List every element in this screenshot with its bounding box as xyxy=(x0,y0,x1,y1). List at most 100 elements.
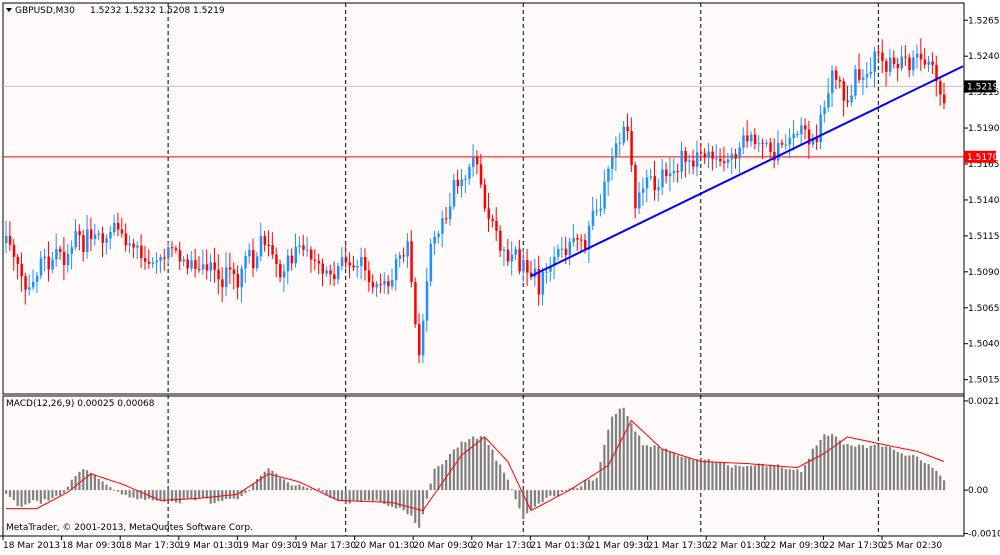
candle-body xyxy=(464,178,467,180)
macd-bar xyxy=(584,480,587,491)
macd-bar xyxy=(468,439,471,491)
time-tick-label: 18 Mar 17:30 xyxy=(120,541,180,551)
macd-bar xyxy=(900,453,903,491)
macd-bar xyxy=(433,468,436,491)
macd-bar xyxy=(518,490,521,509)
macd-bar xyxy=(680,456,683,491)
candle-body xyxy=(746,135,749,142)
macd-bar xyxy=(749,465,753,491)
candle-body xyxy=(927,61,931,65)
candle-body xyxy=(761,143,765,145)
macd-bar xyxy=(97,478,100,491)
candle-body xyxy=(703,153,707,158)
candle-body xyxy=(661,169,664,188)
candle-body xyxy=(684,150,687,162)
candle-body xyxy=(757,143,761,145)
candle-body xyxy=(225,267,228,288)
price-tick-label: 1.5015 xyxy=(968,376,1000,386)
candle-body xyxy=(252,250,255,269)
macd-bar xyxy=(881,446,884,491)
candle-body xyxy=(132,243,135,248)
candle-body xyxy=(62,251,66,266)
candle-body xyxy=(8,236,12,245)
candle-body xyxy=(931,61,934,65)
candle-body xyxy=(487,208,490,219)
macd-bar xyxy=(846,444,849,491)
macd-bar xyxy=(186,490,189,499)
candle-body xyxy=(738,147,741,159)
macd-bar xyxy=(340,490,344,502)
candle-body xyxy=(784,144,788,146)
candle-body xyxy=(325,270,328,274)
macd-bar xyxy=(607,429,610,491)
macd-bar xyxy=(549,490,552,496)
candle-body xyxy=(89,229,93,240)
macd-bar xyxy=(719,462,722,491)
macd-tick-label: -0.00106 xyxy=(968,530,1000,540)
macd-bar xyxy=(101,481,104,491)
macd-bar xyxy=(896,451,899,491)
candle-body xyxy=(136,245,139,248)
time-axis: 18 Mar 2013 18 Mar 09:3018 Mar 17:3019 Ma… xyxy=(2,536,942,551)
macd-bar xyxy=(919,460,923,491)
macd-bar xyxy=(499,464,502,491)
macd-bar xyxy=(132,490,135,498)
candle-body xyxy=(263,235,267,245)
candle-body xyxy=(406,241,409,257)
macd-bar xyxy=(441,464,444,491)
candle-body xyxy=(313,259,317,261)
candle-body xyxy=(668,173,672,177)
candle-body xyxy=(437,233,440,237)
macd-bar xyxy=(533,490,537,507)
macd-bar xyxy=(908,455,911,491)
macd-bar xyxy=(649,446,652,491)
candle-body xyxy=(730,154,734,160)
candle-body xyxy=(506,249,510,262)
macd-bar xyxy=(286,482,289,491)
candle-body xyxy=(869,71,873,75)
macd-bar xyxy=(861,445,865,491)
candle-body xyxy=(896,63,900,69)
macd-bar xyxy=(865,447,868,491)
candle-body xyxy=(915,53,919,58)
candle-body xyxy=(124,233,128,246)
macd-bar xyxy=(74,476,77,491)
macd-bar xyxy=(116,490,120,492)
price-chart-svg[interactable]: 1.52651.52401.52151.51901.51651.51401.51… xyxy=(0,0,1000,551)
macd-bar xyxy=(178,490,181,504)
candle-body xyxy=(398,255,402,259)
candle-body xyxy=(765,142,768,144)
macd-bar xyxy=(553,490,556,497)
candle-body xyxy=(568,241,572,256)
candle-body xyxy=(74,231,77,248)
candle-body xyxy=(888,57,892,72)
macd-bar xyxy=(734,464,737,491)
macd-bar xyxy=(827,435,830,491)
candle-body xyxy=(394,258,398,281)
macd-bar xyxy=(545,490,548,498)
macd-bar xyxy=(622,407,625,491)
main-plot-area[interactable] xyxy=(2,2,965,395)
candle-body xyxy=(823,107,826,115)
price-tick-label: 1.5065 xyxy=(968,304,1000,314)
macd-bar xyxy=(460,441,463,491)
macd-bar xyxy=(302,486,305,491)
candle-body xyxy=(595,210,599,212)
macd-bar xyxy=(225,490,228,499)
candle-body xyxy=(267,244,270,246)
candle-body xyxy=(518,249,521,272)
candle-body xyxy=(641,188,645,193)
price-tick-label: 1.5265 xyxy=(968,16,1000,26)
chart-window[interactable]: 1.5265 1.5240 1.5215 1.5190 1.5165 1.5140 1.51… xyxy=(0,0,1000,551)
candle-body xyxy=(55,248,58,260)
candle-body xyxy=(753,134,757,145)
candle-body xyxy=(900,56,904,69)
candle-body xyxy=(86,229,89,252)
candle-body xyxy=(472,157,475,167)
time-tick-label: 22 Mar 09:30 xyxy=(765,541,825,551)
macd-bar xyxy=(147,490,151,499)
macd-bar xyxy=(923,462,926,491)
macd-bar xyxy=(823,434,826,491)
macd-bar xyxy=(653,445,656,491)
candle-body xyxy=(873,51,876,72)
